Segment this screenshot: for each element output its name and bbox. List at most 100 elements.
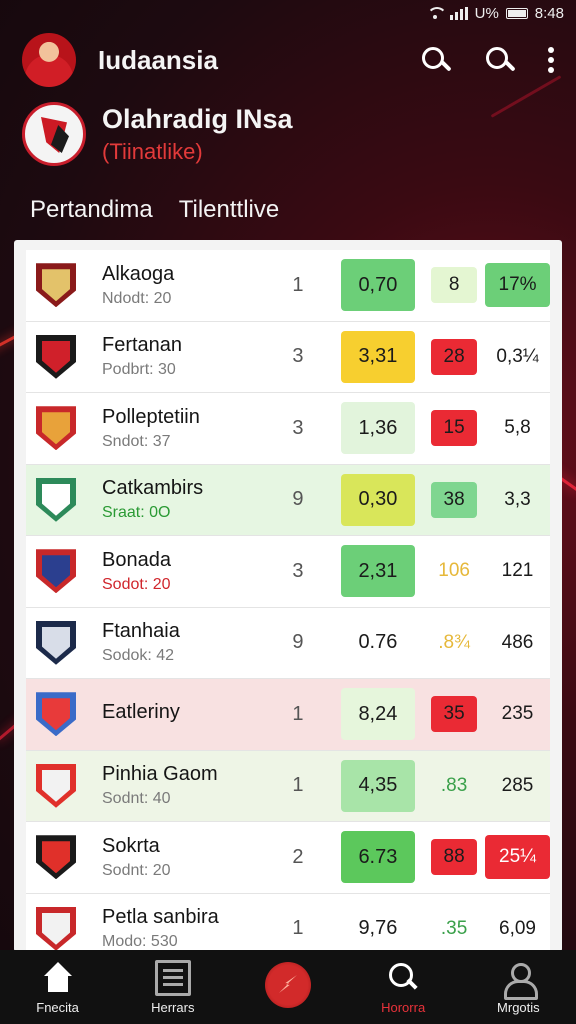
list-icon <box>154 959 191 996</box>
more-menu-icon[interactable] <box>548 45 554 75</box>
odds-value[interactable]: 0.76 <box>341 617 416 669</box>
team-name: Polleptetiin <box>102 405 200 428</box>
odds-value[interactable]: 4,35 <box>340 759 416 812</box>
table-row[interactable]: Fertanan Podbrt: 30 3 3,31 28 0,3¼ <box>26 321 550 393</box>
team-name: Eatleriny <box>102 700 180 723</box>
team-subtext: Modo: 530 <box>102 933 178 951</box>
team-crest-icon <box>36 263 76 308</box>
team-crest-icon <box>36 334 76 379</box>
odds-value[interactable]: 9,76 <box>341 903 416 952</box>
table-row[interactable]: Pinhia Gaom Sodnt: 40 1 4,35 .83 285 <box>26 750 550 822</box>
team-subtext: Sodok: 42 <box>102 647 175 665</box>
odds-value[interactable]: 8,24 <box>340 688 416 741</box>
percent-value: 3,3 <box>504 488 531 510</box>
table-row[interactable]: Alkaoga Ndodt: 20 1 0,70 8 17% <box>26 250 550 322</box>
games-played: 3 <box>292 559 304 582</box>
games-played: 1 <box>292 917 304 940</box>
stat-value: .83 <box>440 774 468 796</box>
nav-label: Herrars <box>151 999 195 1015</box>
team-crest-icon <box>36 835 76 880</box>
odds-value[interactable]: 1,36 <box>340 402 416 455</box>
stat-value: 15 <box>431 410 478 447</box>
tab-pertandima[interactable]: Pertandima <box>30 196 153 224</box>
table-row[interactable]: Sokrta Sodnt: 20 2 6.73 88 25¼ <box>26 822 550 894</box>
search-icon <box>385 960 421 996</box>
search-icon[interactable] <box>420 45 450 75</box>
games-played: 3 <box>292 416 304 439</box>
team-name: Fertanan <box>102 334 183 357</box>
team-subtext: Sodnt: 20 <box>102 861 171 879</box>
percent-value: 235 <box>501 703 534 725</box>
table-row[interactable]: Petla sanbira Modo: 530 1 9,76 .35 6,09 <box>26 893 550 952</box>
signal-icon <box>449 6 468 20</box>
games-played: 1 <box>292 702 304 725</box>
center-action-icon <box>264 962 311 1008</box>
team-subtext: Sndot: 37 <box>102 432 171 450</box>
table-row[interactable]: Bonada Sodot: 20 3 2,31 106 121 <box>26 536 550 608</box>
team-name: Catkambirs <box>102 477 204 500</box>
status-bar: U% 8:48 <box>426 0 576 26</box>
wifi-icon <box>426 7 447 19</box>
odds-value[interactable]: 0,30 <box>340 473 416 526</box>
odds-value[interactable]: 2,31 <box>340 545 416 598</box>
standings-table: Alkaoga Ndodt: 20 1 0,70 8 17% Fertanan Podbrt:… <box>14 240 562 952</box>
nav-item-list[interactable]: Herrars <box>123 959 223 1015</box>
table-row[interactable]: Polleptetiin Sndot: 37 3 1,36 15 5,8 <box>26 393 550 465</box>
percent-value: 6,09 <box>499 917 536 939</box>
league-subtitle: (Tiinatlike) <box>102 138 203 164</box>
percent-value: 25¼ <box>485 835 550 880</box>
tab-tilenttlive[interactable]: Tilenttlive <box>179 196 279 224</box>
nav-label: Mrgotis <box>497 999 540 1015</box>
stat-value: 8 <box>431 267 478 304</box>
avatar[interactable] <box>22 33 76 87</box>
user-icon <box>500 960 539 1000</box>
clock: 8:48 <box>534 4 564 22</box>
percent-value: 285 <box>501 774 534 796</box>
league-header: Olahradig INsa (Tiinatlike) <box>22 102 293 166</box>
team-subtext: Ndodt: 20 <box>102 289 172 307</box>
stat-value: .35 <box>440 917 468 939</box>
league-name: Olahradig INsa <box>102 103 293 134</box>
team-name: Alkaoga <box>102 262 175 285</box>
games-played: 3 <box>292 345 304 368</box>
percent-value: 121 <box>501 560 534 582</box>
stat-value: 106 <box>438 560 470 582</box>
percent-value: 5,8 <box>504 417 531 439</box>
percent-value: 17% <box>485 263 550 308</box>
team-crest-icon <box>36 692 76 737</box>
table-row[interactable]: Eatleriny 1 8,24 35 235 <box>26 679 550 751</box>
team-name: Sokrta <box>102 834 160 857</box>
team-name: Pinhia Gaom <box>102 763 218 786</box>
odds-value[interactable]: 0,70 <box>340 259 416 312</box>
team-name: Ftanhaia <box>102 620 180 643</box>
games-played: 2 <box>292 845 304 868</box>
games-played: 9 <box>292 488 304 511</box>
app-title: Iudaansia <box>98 44 218 75</box>
team-subtext: Sodnt: 40 <box>102 790 171 808</box>
stat-value: 28 <box>431 338 478 375</box>
team-crest-icon <box>36 620 76 665</box>
team-crest-icon <box>36 549 76 594</box>
table-row[interactable]: Ftanhaia Sodok: 42 9 0.76 .8¾ 486 <box>26 607 550 679</box>
stat-value: .8¾ <box>438 631 470 653</box>
nav-item-profile[interactable]: Mrgotis <box>468 960 568 1015</box>
team-subtext: Sraat: 0O <box>102 504 171 522</box>
team-crest-icon <box>36 406 76 451</box>
games-played: 1 <box>292 273 304 296</box>
league-logo <box>22 102 86 166</box>
nav-item-search[interactable]: Hororra <box>353 960 453 1015</box>
stat-value: 38 <box>431 481 478 518</box>
tab-bar: Pertandima Tilenttlive <box>30 196 279 224</box>
battery-percent: U% <box>474 4 499 22</box>
nav-item-center-action[interactable] <box>238 962 338 1008</box>
percent-value: 486 <box>501 631 534 653</box>
app-header: Iudaansia <box>0 32 576 88</box>
nav-label: Fnecita <box>36 999 79 1015</box>
table-row[interactable]: Catkambirs Sraat: 0O 9 0,30 38 3,3 <box>26 464 550 536</box>
team-name: Bonada <box>102 548 171 571</box>
search-icon[interactable] <box>484 45 514 75</box>
odds-value[interactable]: 6.73 <box>340 831 416 884</box>
home-icon <box>40 960 76 996</box>
odds-value[interactable]: 3,31 <box>340 330 416 383</box>
nav-item-home[interactable]: Fnecita <box>8 960 108 1015</box>
